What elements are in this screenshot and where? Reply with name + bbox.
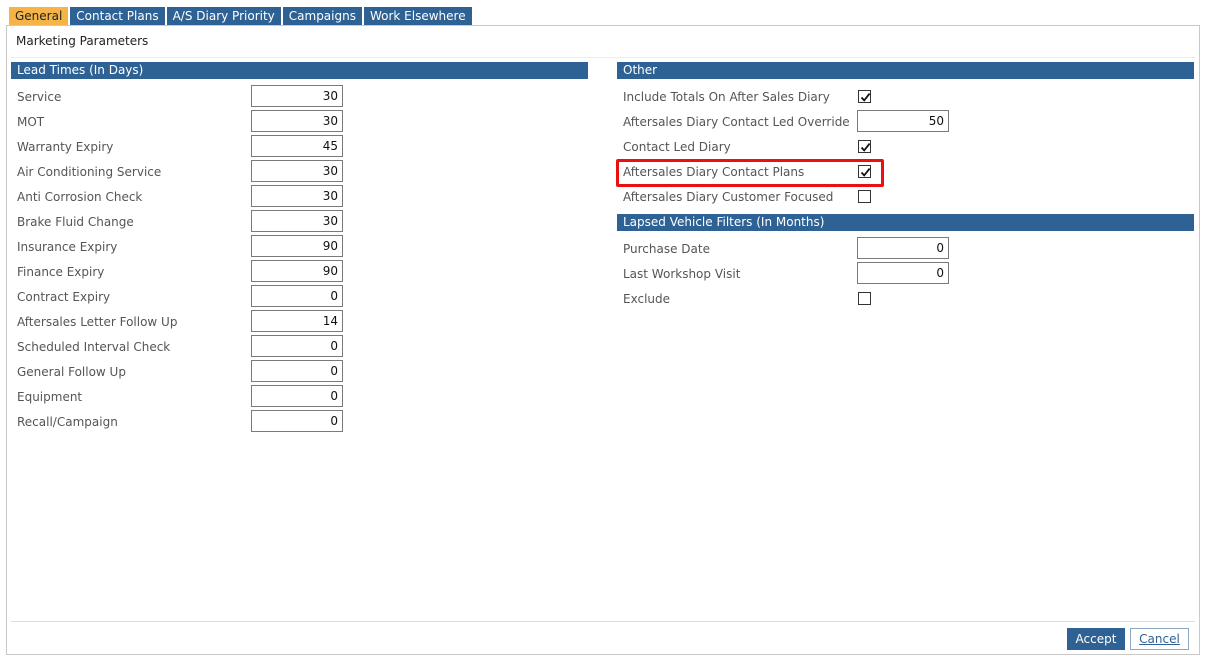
lead-time-input-finance-expiry[interactable]: [251, 260, 343, 282]
lead-time-input-aftersales-letter-follow-up[interactable]: [251, 310, 343, 332]
other-label-contact-led-override: Aftersales Diary Contact Led Override: [623, 115, 850, 129]
lead-time-label-brake-fluid-change: Brake Fluid Change: [17, 215, 134, 229]
lead-times-header: Lead Times (In Days): [11, 62, 588, 79]
lead-time-label-finance-expiry: Finance Expiry: [17, 265, 105, 279]
tab-work-elsewhere[interactable]: Work Elsewhere: [363, 7, 472, 26]
cancel-button[interactable]: Cancel: [1130, 628, 1189, 650]
lead-time-label-anti-corrosion-check: Anti Corrosion Check: [17, 190, 143, 204]
lapsed-label-purchase-date: Purchase Date: [623, 242, 710, 256]
customer-focused-checkbox[interactable]: [858, 190, 871, 203]
tab-bar: General Contact Plans A/S Diary Priority…: [9, 7, 474, 26]
lead-time-input-service[interactable]: [251, 85, 343, 107]
include-totals-checkbox[interactable]: [858, 90, 871, 103]
lead-time-label-aftersales-letter-follow-up: Aftersales Letter Follow Up: [17, 315, 178, 329]
tab-general[interactable]: General: [9, 7, 69, 26]
highlight-annotation: [616, 159, 884, 187]
lead-time-label-general-follow-up: General Follow Up: [17, 365, 126, 379]
contact-led-diary-checkbox[interactable]: [858, 140, 871, 153]
cancel-button-label: Cancel: [1139, 632, 1180, 646]
lead-time-label-service: Service: [17, 90, 62, 104]
lead-time-label-contract-expiry: Contract Expiry: [17, 290, 111, 304]
lapsed-label-exclude: Exclude: [623, 292, 671, 306]
purchase-date-input[interactable]: [857, 237, 949, 259]
last-workshop-visit-input[interactable]: [857, 262, 949, 284]
lead-time-input-brake-fluid-change[interactable]: [251, 210, 343, 232]
lapsed-label-last-workshop-visit: Last Workshop Visit: [623, 267, 741, 281]
tab-as-diary-priority[interactable]: A/S Diary Priority: [166, 7, 281, 26]
lead-time-label-air-conditioning-service: Air Conditioning Service: [17, 165, 162, 179]
accept-button[interactable]: Accept: [1067, 628, 1125, 650]
lead-time-label-scheduled-interval-check: Scheduled Interval Check: [17, 340, 171, 354]
exclude-checkbox[interactable]: [858, 292, 871, 305]
lead-time-input-air-conditioning-service[interactable]: [251, 160, 343, 182]
lead-time-input-scheduled-interval-check[interactable]: [251, 335, 343, 357]
lead-time-input-insurance-expiry[interactable]: [251, 235, 343, 257]
footer-divider: [11, 621, 1195, 622]
panel-title: Marketing Parameters: [16, 34, 149, 48]
lead-time-label-mot: MOT: [17, 115, 45, 129]
lead-time-input-contract-expiry[interactable]: [251, 285, 343, 307]
checkmark-icon: [860, 93, 871, 102]
lead-time-label-recall-campaign: Recall/Campaign: [17, 415, 118, 429]
tab-campaigns[interactable]: Campaigns: [282, 7, 362, 26]
other-label-customer-focused: Aftersales Diary Customer Focused: [623, 190, 834, 204]
tab-contact-plans[interactable]: Contact Plans: [70, 7, 165, 26]
checkmark-icon: [860, 143, 871, 152]
lead-time-input-anti-corrosion-check[interactable]: [251, 185, 343, 207]
lead-time-input-mot[interactable]: [251, 110, 343, 132]
lead-time-label-warranty-expiry: Warranty Expiry: [17, 140, 114, 154]
other-label-contact-led-diary: Contact Led Diary: [623, 140, 731, 154]
lead-time-input-warranty-expiry[interactable]: [251, 135, 343, 157]
other-label-include-totals: Include Totals On After Sales Diary: [623, 90, 830, 104]
lead-time-input-recall-campaign[interactable]: [251, 410, 343, 432]
lapsed-filters-header: Lapsed Vehicle Filters (In Months): [617, 214, 1194, 231]
title-divider: [11, 57, 1195, 58]
other-header: Other: [617, 62, 1194, 79]
contact-led-override-input[interactable]: [857, 110, 949, 132]
tab-panel: [6, 25, 1200, 655]
lead-time-input-equipment[interactable]: [251, 385, 343, 407]
lead-time-label-equipment: Equipment: [17, 390, 83, 404]
lead-time-input-general-follow-up[interactable]: [251, 360, 343, 382]
lead-time-label-insurance-expiry: Insurance Expiry: [17, 240, 118, 254]
